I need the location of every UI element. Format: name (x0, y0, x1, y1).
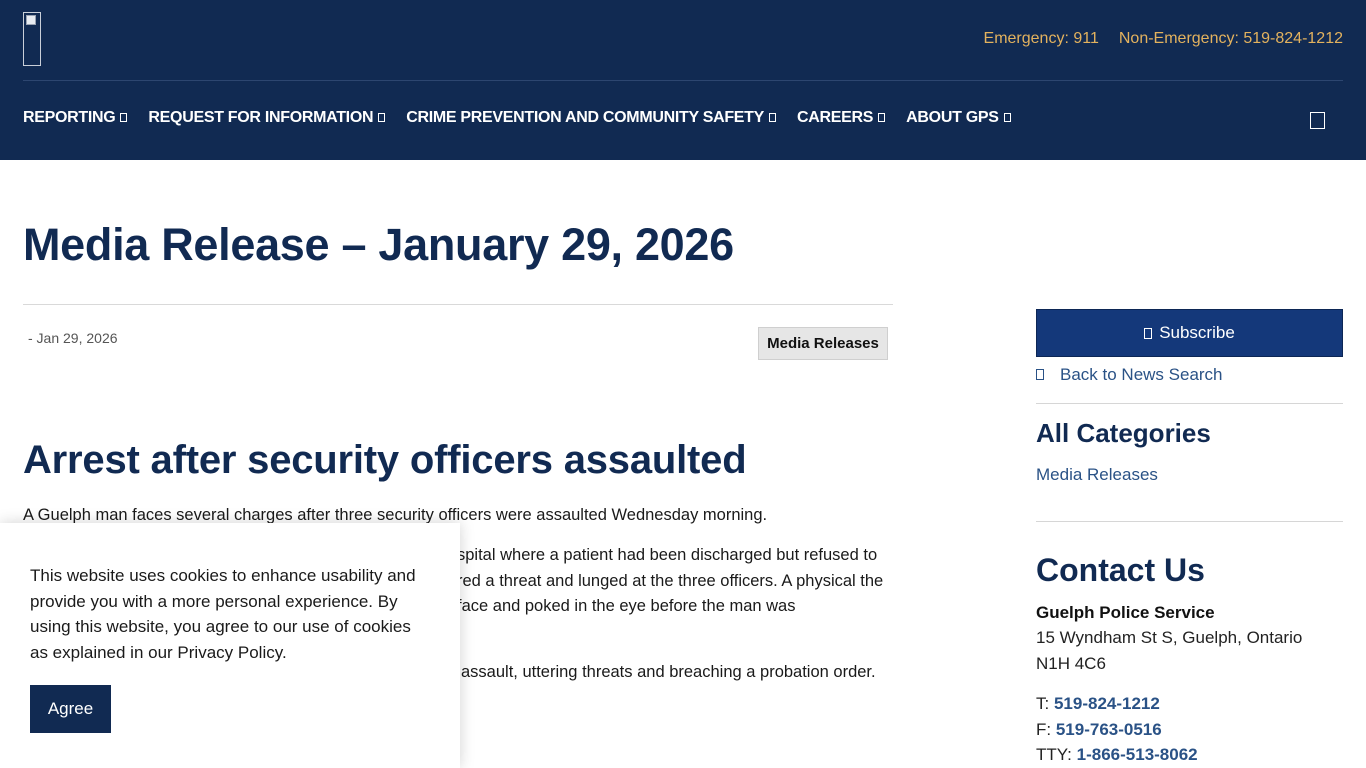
site-header: Emergency: 911 Non-Emergency: 519-824-121… (0, 0, 1366, 160)
phone-line: T: 519-824-1212 (1036, 694, 1160, 714)
article-heading: Arrest after security officers assaulted (23, 438, 747, 482)
page-title: Media Release – January 29, 2026 (23, 219, 734, 270)
broken-image-icon (26, 15, 36, 25)
fax-link[interactable]: 519-763-0516 (1056, 720, 1162, 739)
cookie-banner: This website uses cookies to enhance usa… (0, 523, 460, 768)
phone-prefix: T: (1036, 694, 1050, 713)
contact-heading: Contact Us (1036, 552, 1205, 588)
nav-item-crime-prevention[interactable]: CRIME PREVENTION AND COMMUNITY SAFETY (406, 109, 777, 127)
article-paragraph-text: spital where a patient had been discharg… (457, 546, 884, 615)
main-nav: REPORTING REQUEST FOR INFORMATION CRIME … (23, 109, 1032, 127)
tty-prefix: TTY: (1036, 745, 1072, 764)
nav-item-reporting[interactable]: REPORTING (23, 109, 128, 127)
nav-label: REQUEST FOR INFORMATION (148, 109, 374, 126)
bell-icon (1144, 327, 1153, 339)
nav-item-about-gps[interactable]: ABOUT GPS (906, 109, 1011, 127)
chevron-down-icon (878, 113, 886, 122)
sidebar-divider (1036, 521, 1343, 522)
subscribe-button[interactable]: Subscribe (1036, 309, 1343, 357)
category-link-media-releases[interactable]: Media Releases (1036, 465, 1158, 485)
nav-label: ABOUT GPS (906, 109, 999, 126)
nav-label: CAREERS (797, 109, 874, 126)
emergency-number[interactable]: Emergency: 911 (984, 30, 1099, 47)
header-divider (23, 80, 1343, 81)
nav-item-careers[interactable]: CAREERS (797, 109, 886, 127)
subscribe-label: Subscribe (1159, 323, 1235, 342)
nav-label: REPORTING (23, 109, 116, 126)
post-date: - Jan 29, 2026 (28, 330, 118, 346)
chevron-down-icon (120, 113, 128, 122)
chevron-down-icon (378, 113, 386, 122)
fax-line: F: 519-763-0516 (1036, 720, 1162, 740)
chevron-down-icon (769, 113, 777, 122)
sidebar-divider (1036, 403, 1343, 404)
arrow-left-icon (1036, 369, 1044, 380)
back-label: Back to News Search (1060, 365, 1223, 384)
non-emergency-number[interactable]: Non-Emergency: 519-824-1212 (1119, 30, 1343, 47)
nav-item-request-for-information[interactable]: REQUEST FOR INFORMATION (148, 109, 386, 127)
tty-line: TTY: 1-866-513-8062 (1036, 745, 1198, 765)
article-paragraph-text: assault, uttering threats and breaching … (461, 663, 876, 681)
address-line: N1H 4C6 (1036, 654, 1106, 673)
category-tag[interactable]: Media Releases (758, 327, 888, 360)
agree-button[interactable]: Agree (30, 685, 111, 733)
address-line: 15 Wyndham St S, Guelph, Ontario (1036, 628, 1303, 647)
nav-label: CRIME PREVENTION AND COMMUNITY SAFETY (406, 109, 765, 126)
search-icon[interactable] (1310, 112, 1325, 129)
cookie-text: This website uses cookies to enhance usa… (30, 566, 416, 663)
emergency-contacts: Emergency: 911 Non-Emergency: 519-824-121… (984, 30, 1343, 48)
site-logo[interactable] (23, 12, 41, 66)
chevron-down-icon (1003, 113, 1011, 122)
tty-link[interactable]: 1-866-513-8062 (1077, 745, 1198, 764)
org-name: Guelph Police Service (1036, 603, 1215, 622)
phone-link[interactable]: 519-824-1212 (1054, 694, 1160, 713)
title-divider (23, 304, 893, 305)
back-to-news-link[interactable]: Back to News Search (1036, 365, 1223, 385)
categories-heading: All Categories (1036, 418, 1211, 448)
fax-prefix: F: (1036, 720, 1052, 739)
